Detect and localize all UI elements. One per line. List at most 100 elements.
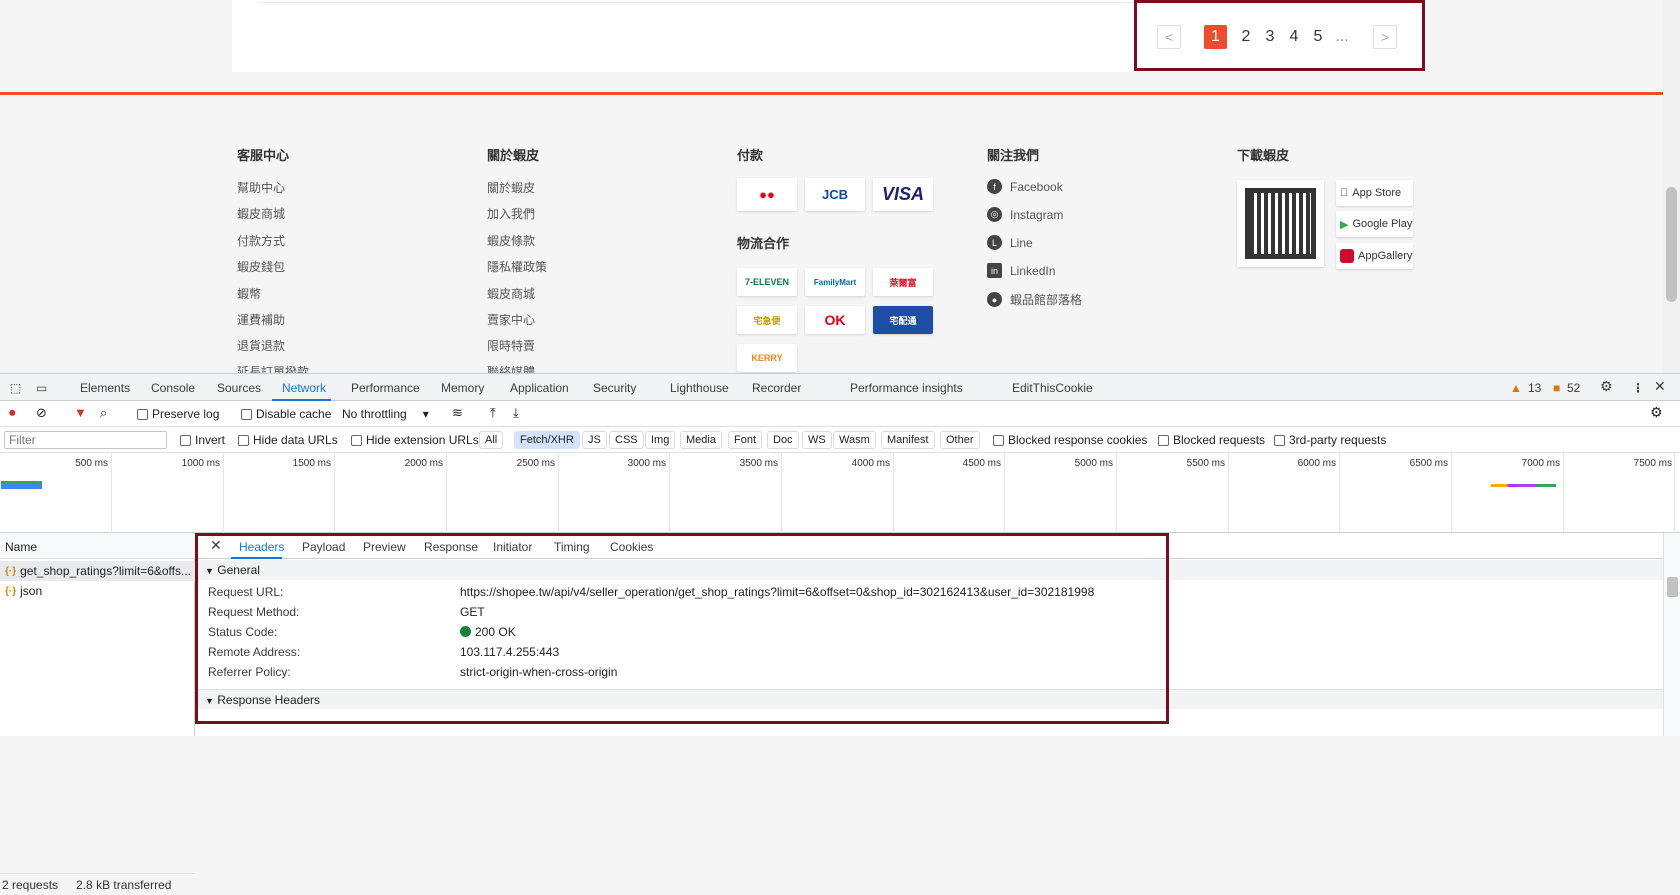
google-play-button[interactable]: ▶ Google Play [1336, 211, 1413, 237]
tab-performance-insights[interactable]: Performance insights [850, 381, 963, 395]
network-settings-gear-icon[interactable]: ⚙ [1650, 404, 1663, 421]
import-har-icon[interactable]: ⤒ [490, 405, 496, 421]
footer-link[interactable]: 聯絡媒體 [487, 363, 535, 373]
timeline-gridline [111, 453, 112, 533]
filter-type-wasm[interactable]: Wasm [833, 431, 876, 449]
footer-link[interactable]: 蝦皮商城 [487, 285, 535, 302]
footer-link[interactable]: 付款方式 [237, 232, 285, 249]
tab-elements[interactable]: Elements [80, 381, 130, 395]
footer-link[interactable]: 運費補助 [237, 311, 285, 328]
app-gallery-button[interactable]: AppGallery [1336, 243, 1413, 269]
timeline-tick-label: 2500 ms [516, 458, 555, 469]
footer-heading-logistics: 物流合作 [737, 236, 790, 251]
issues-icon[interactable]: ■ [1553, 381, 1560, 395]
more-menu-icon[interactable]: ⋮ [1632, 381, 1644, 395]
filter-type-js[interactable]: JS [582, 431, 607, 449]
tab-security[interactable]: Security [593, 381, 636, 395]
filter-type-media[interactable]: Media [680, 431, 722, 449]
footer-link[interactable]: 蝦幣 [237, 285, 261, 302]
details-scrollbar[interactable] [1663, 533, 1680, 736]
page-2-button[interactable]: 2 [1237, 25, 1255, 49]
next-page-button[interactable]: > [1373, 25, 1397, 49]
filter-type-all[interactable]: All [479, 431, 504, 449]
filter-type-doc[interactable]: Doc [767, 431, 799, 449]
filter-type-manifest[interactable]: Manifest [881, 431, 935, 449]
filter-type-ws[interactable]: WS [802, 431, 832, 449]
prev-page-button[interactable]: < [1157, 25, 1181, 49]
network-conditions-icon[interactable]: ≋ [452, 405, 463, 421]
inspect-icon[interactable]: ⬚ [10, 381, 21, 395]
filter-type-other[interactable]: Other [940, 431, 980, 449]
footer-link[interactable]: 退貨退款 [237, 337, 285, 354]
request-row[interactable]: {·} json [0, 581, 195, 601]
tab-recorder[interactable]: Recorder [752, 381, 801, 395]
warning-icon[interactable]: ▲ [1510, 381, 1522, 395]
hide-data-urls-checkbox[interactable]: Hide data URLs [238, 433, 338, 447]
export-har-icon[interactable]: ⤓ [513, 405, 519, 421]
disable-cache-checkbox[interactable]: Disable cache [241, 407, 331, 421]
line-icon: L [987, 235, 1002, 250]
name-column-header[interactable]: Name [0, 533, 195, 559]
footer-link[interactable]: 隱私權政策 [487, 258, 547, 275]
close-devtools-icon[interactable]: ✕ [1654, 378, 1666, 395]
footer-link[interactable]: 幫助中心 [237, 179, 285, 196]
tab-application[interactable]: Application [510, 381, 569, 395]
network-overview-timeline[interactable]: 500 ms 1000 ms 1500 ms 2000 ms 2500 ms 3… [0, 453, 1680, 533]
warnings-count[interactable]: 13 [1528, 381, 1541, 395]
invert-checkbox[interactable]: Invert [180, 433, 225, 447]
page-1-button[interactable]: 1 [1204, 25, 1227, 49]
third-party-requests-checkbox[interactable]: 3rd-party requests [1274, 433, 1386, 447]
footer-link[interactable]: 蝦皮條款 [487, 232, 535, 249]
tab-performance[interactable]: Performance [351, 381, 420, 395]
linkedin-link[interactable]: in LinkedIn [987, 263, 1055, 278]
filter-type-fetch-xhr[interactable]: Fetch/XHR [514, 431, 580, 449]
page-4-button[interactable]: 4 [1285, 25, 1303, 49]
tab-sources[interactable]: Sources [217, 381, 261, 395]
clear-icon[interactable]: ⊘ [36, 405, 47, 421]
throttling-select[interactable]: No throttling ▾ [342, 407, 429, 421]
search-icon[interactable]: ⌕ [100, 405, 107, 421]
instagram-link[interactable]: ◎ Instagram [987, 207, 1063, 222]
timeline-gridline [781, 453, 782, 533]
footer-link[interactable]: 延長訂單撥款 [237, 363, 309, 373]
details-scrollbar-thumb[interactable] [1667, 577, 1678, 597]
blocked-requests-checkbox[interactable]: Blocked requests [1158, 433, 1265, 447]
request-row[interactable]: {·} get_shop_ratings?limit=6&offs... [0, 561, 195, 581]
filter-icon[interactable]: ▼ [74, 405, 87, 420]
tab-console[interactable]: Console [151, 381, 195, 395]
page-ellipsis: ... [1335, 28, 1349, 45]
hide-extension-urls-checkbox[interactable]: Hide extension URLs [351, 433, 479, 447]
footer-link[interactable]: 蝦皮錢包 [237, 258, 285, 275]
line-link[interactable]: L Line [987, 235, 1033, 250]
footer-link[interactable]: 關於蝦皮 [487, 179, 535, 196]
scrollbar-thumb[interactable] [1666, 187, 1677, 302]
footer-link[interactable]: 蝦皮商城 [237, 205, 285, 222]
blocked-response-cookies-checkbox[interactable]: Blocked response cookies [993, 433, 1147, 447]
takkyubin-logo: 宅急便 [737, 306, 797, 334]
filter-type-css[interactable]: CSS [609, 431, 644, 449]
page-scrollbar[interactable] [1663, 0, 1680, 373]
app-store-button[interactable]: App Store [1336, 180, 1413, 206]
filter-input[interactable] [4, 431, 167, 449]
filter-type-font[interactable]: Font [728, 431, 763, 449]
filter-type-img[interactable]: Img [645, 431, 676, 449]
tab-editthiscookie[interactable]: EditThisCookie [1012, 381, 1093, 395]
footer-link[interactable]: 加入我們 [487, 205, 535, 222]
blog-link[interactable]: ● 蝦品館部落格 [987, 291, 1082, 308]
footer-link[interactable]: 限時特賣 [487, 337, 535, 354]
tab-memory[interactable]: Memory [441, 381, 484, 395]
settings-gear-icon[interactable]: ⚙ [1600, 378, 1613, 395]
tab-lighthouse[interactable]: Lighthouse [670, 381, 729, 395]
devtools-tabbar: ⬚ ▭ Elements Console Sources Network Per… [0, 374, 1680, 401]
page-3-button[interactable]: 3 [1261, 25, 1279, 49]
footer-link[interactable]: 賣家中心 [487, 311, 535, 328]
google-play-icon: ▶ [1340, 218, 1349, 231]
device-toolbar-icon[interactable]: ▭ [36, 381, 47, 395]
footer-heading-download: 下載蝦皮 [1237, 148, 1290, 163]
tab-network[interactable]: Network [282, 381, 326, 395]
issues-count[interactable]: 52 [1567, 381, 1580, 395]
preserve-log-checkbox[interactable]: Preserve log [137, 407, 219, 421]
facebook-link[interactable]: f Facebook [987, 179, 1063, 194]
page-5-button[interactable]: 5 [1309, 25, 1327, 49]
record-stop-icon[interactable]: ⏺ [9, 405, 16, 421]
